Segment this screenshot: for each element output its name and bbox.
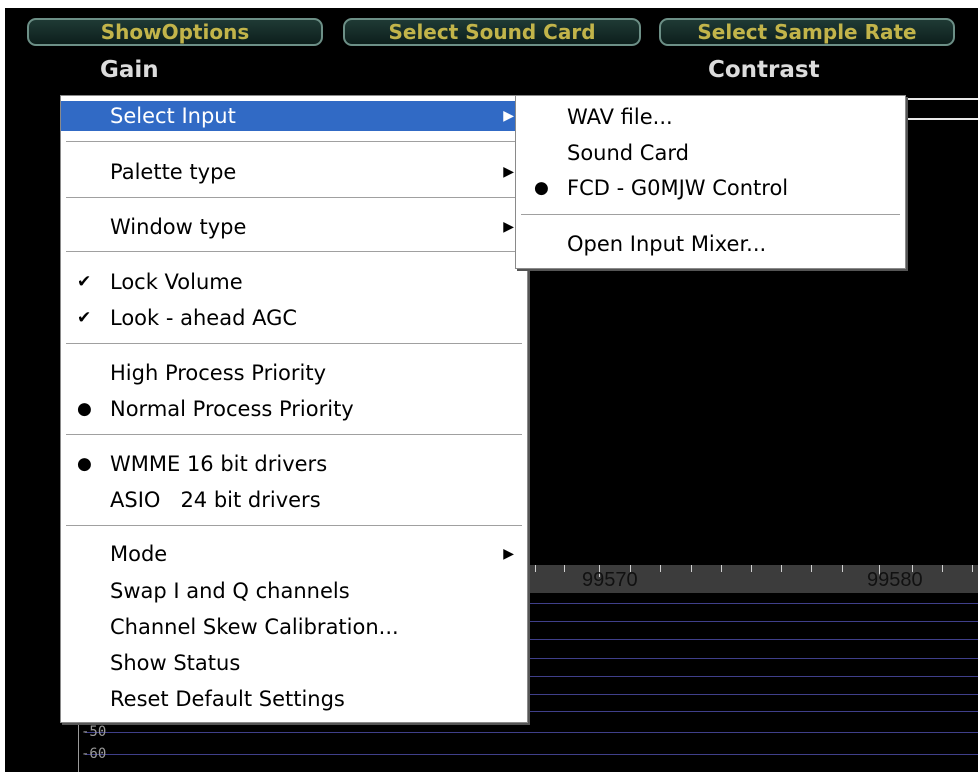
frequency-ruler: 99570 99580: [527, 565, 978, 593]
submenu-arrow-icon: ▶: [503, 108, 514, 124]
menu-separator: [66, 251, 522, 252]
submenu-arrow-icon: ▶: [503, 219, 514, 235]
menu-item-label: Lock Volume: [110, 270, 243, 294]
menu-item-label: Select Input: [110, 104, 236, 128]
menu-item-label: Palette type: [110, 160, 237, 184]
menu-item-label: ASIO 24 bit drivers: [110, 488, 321, 512]
menu-item-label: Sound Card: [567, 141, 689, 165]
grid-line: [85, 732, 978, 733]
radio-bullet-icon: ●: [77, 399, 92, 419]
menu-item-label: Reset Default Settings: [110, 687, 345, 711]
submenu-item-wav-file[interactable]: WAV file...: [516, 102, 905, 132]
menu-item-channel-skew[interactable]: Channel Skew Calibration...: [61, 612, 527, 642]
menu-item-look-ahead-agc[interactable]: ✔ Look - ahead AGC: [61, 303, 527, 333]
grid-line: [85, 754, 978, 755]
gain-label: Gain: [100, 57, 159, 83]
menu-separator: [66, 434, 522, 435]
menu-item-lock-volume[interactable]: ✔ Lock Volume: [61, 267, 527, 297]
menu-separator: [66, 141, 522, 142]
menu-item-asio-drivers[interactable]: ASIO 24 bit drivers: [61, 485, 527, 515]
db-scale-label: -50: [81, 724, 107, 740]
radio-bullet-icon: ●: [534, 178, 549, 198]
submenu-arrow-icon: ▶: [503, 164, 514, 180]
submenu-item-fcd-control[interactable]: ● FCD - G0MJW Control: [516, 173, 905, 203]
select-sample-rate-button[interactable]: Select Sample Rate: [659, 18, 955, 46]
menu-item-high-process-priority[interactable]: High Process Priority: [61, 358, 527, 388]
select-sound-card-button[interactable]: Select Sound Card: [343, 18, 641, 46]
menu-item-label: Normal Process Priority: [110, 397, 354, 421]
menu-item-reset-defaults[interactable]: Reset Default Settings: [61, 684, 527, 714]
checkmark-icon: ✔: [77, 308, 92, 328]
options-context-menu: Select Input ▶ Palette type ▶ Window typ…: [60, 95, 528, 723]
menu-item-wmme-drivers[interactable]: ● WMME 16 bit drivers: [61, 449, 527, 479]
frequency-tick-label: 99580: [867, 569, 923, 591]
menu-separator: [66, 525, 522, 526]
frequency-tick-label: 99570: [582, 569, 638, 591]
checkmark-icon: ✔: [77, 272, 92, 292]
menu-item-palette-type[interactable]: Palette type ▶: [61, 157, 527, 187]
menu-item-label: High Process Priority: [110, 361, 327, 385]
menu-item-normal-process-priority[interactable]: ● Normal Process Priority: [61, 394, 527, 424]
menu-item-label: WMME 16 bit drivers: [110, 452, 328, 476]
menu-item-label: Channel Skew Calibration...: [110, 615, 399, 639]
menu-item-label: Show Status: [110, 651, 241, 675]
menu-item-show-status[interactable]: Show Status: [61, 648, 527, 678]
contrast-label: Contrast: [708, 57, 820, 83]
menu-item-swap-iq[interactable]: Swap I and Q channels: [61, 576, 527, 606]
show-options-button[interactable]: ShowOptions: [27, 18, 323, 46]
db-scale-label: -60: [81, 746, 107, 762]
menu-separator: [66, 197, 522, 198]
menu-item-label: Open Input Mixer...: [567, 232, 767, 256]
submenu-item-sound-card[interactable]: Sound Card: [516, 138, 905, 168]
menu-item-mode[interactable]: Mode ▶: [61, 539, 527, 569]
submenu-arrow-icon: ▶: [503, 546, 514, 562]
menu-item-window-type[interactable]: Window type ▶: [61, 212, 527, 242]
menu-item-label: Swap I and Q channels: [110, 579, 350, 603]
radio-bullet-icon: ●: [77, 454, 92, 474]
menu-item-select-input[interactable]: Select Input ▶: [61, 101, 527, 131]
menu-separator: [521, 214, 900, 215]
menu-item-label: Window type: [110, 215, 247, 239]
menu-item-label: Look - ahead AGC: [110, 306, 298, 330]
menu-separator: [66, 343, 522, 344]
menu-item-label: FCD - G0MJW Control: [567, 176, 789, 200]
submenu-item-open-input-mixer[interactable]: Open Input Mixer...: [516, 229, 905, 259]
menu-item-label: WAV file...: [567, 105, 673, 129]
menu-item-label: Mode: [110, 542, 168, 566]
select-input-submenu: WAV file... Sound Card ● FCD - G0MJW Con…: [515, 95, 906, 269]
